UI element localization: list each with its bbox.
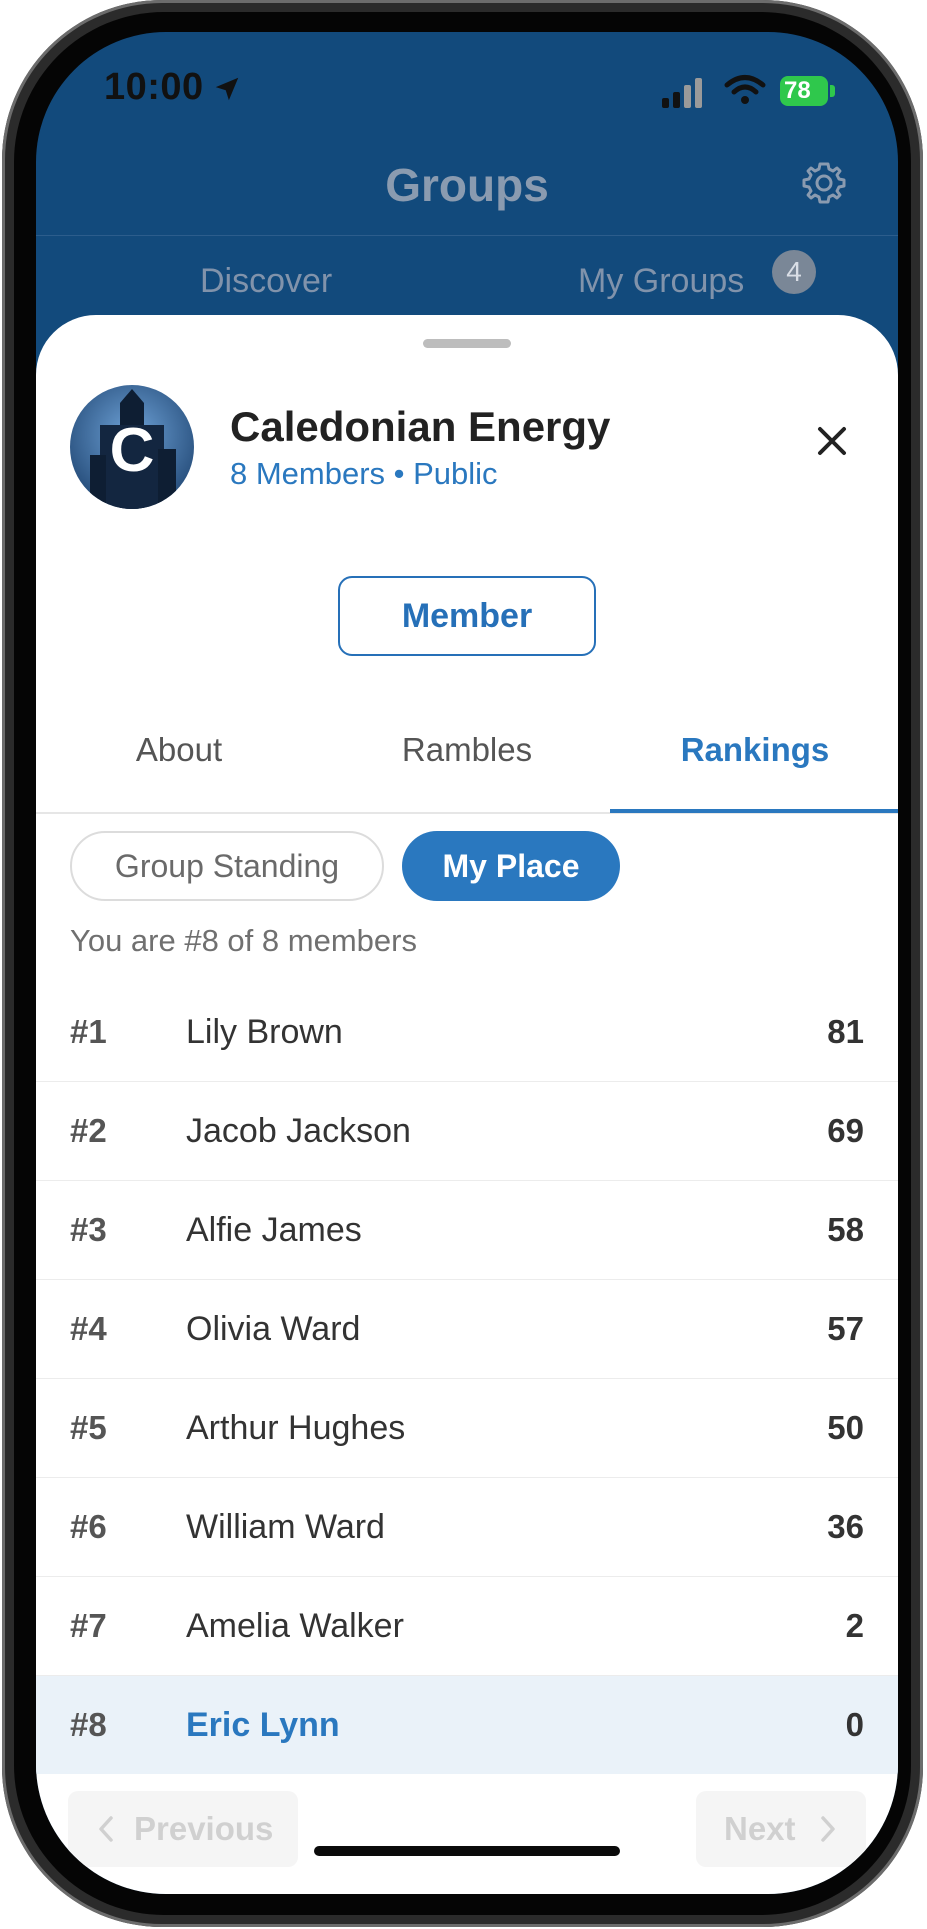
battery-level: 78	[784, 77, 811, 104]
tab-my-groups[interactable]: My Groups	[578, 262, 744, 301]
chevron-right-icon	[821, 1816, 835, 1842]
tab-rambles[interactable]: Rambles	[324, 731, 610, 769]
member-name: William Ward	[186, 1508, 385, 1546]
segment-my-place[interactable]: My Place	[402, 831, 620, 901]
member-name: Olivia Ward	[186, 1310, 361, 1348]
ranking-row[interactable]: #2 Jacob Jackson 69	[36, 1082, 898, 1181]
gear-icon[interactable]	[799, 158, 849, 208]
rankings-list: #1 Lily Brown 81 #2 Jacob Jackson 69 #3 …	[36, 983, 898, 1774]
status-bar: 10:00 78	[36, 32, 898, 152]
rank-position: #7	[70, 1607, 107, 1644]
ranking-row[interactable]: #5 Arthur Hughes 50	[36, 1379, 898, 1478]
previous-button[interactable]: Previous	[68, 1791, 298, 1867]
member-name: Alfie James	[186, 1211, 362, 1249]
header-divider	[36, 235, 898, 236]
group-meta[interactable]: 8 Members • Public	[230, 456, 498, 492]
next-label: Next	[724, 1810, 796, 1847]
place-summary: You are #8 of 8 members	[70, 923, 417, 958]
rank-position: #4	[70, 1310, 107, 1347]
ranking-row-current-user[interactable]: #8 Eric Lynn 0	[36, 1676, 898, 1774]
group-name: Caledonian Energy	[230, 403, 611, 450]
member-score: 50	[827, 1409, 864, 1446]
next-button[interactable]: Next	[696, 1791, 866, 1867]
phone-frame: 10:00 78 Groups Discover My Groups 4 C C…	[0, 0, 927, 1929]
tab-about[interactable]: About	[36, 731, 322, 769]
tab-rankings[interactable]: Rankings	[612, 731, 898, 769]
status-time: 10:00	[104, 66, 204, 108]
rank-position: #1	[70, 1013, 107, 1050]
ranking-row[interactable]: #3 Alfie James 58	[36, 1181, 898, 1280]
member-score: 58	[827, 1211, 864, 1248]
rank-position: #6	[70, 1508, 107, 1545]
member-score: 69	[827, 1112, 864, 1149]
member-name: Eric Lynn	[186, 1706, 340, 1744]
rank-position: #5	[70, 1409, 107, 1446]
member-button[interactable]: Member	[338, 576, 596, 656]
active-tab-indicator	[610, 809, 898, 813]
member-score: 57	[827, 1310, 864, 1347]
wifi-icon	[724, 75, 766, 104]
close-icon[interactable]	[812, 421, 852, 461]
group-avatar[interactable]: C	[70, 385, 194, 509]
member-score: 36	[827, 1508, 864, 1545]
chevron-left-icon	[99, 1816, 113, 1842]
location-arrow-icon	[215, 77, 239, 101]
member-score: 0	[845, 1706, 864, 1743]
ranking-row[interactable]: #1 Lily Brown 81	[36, 983, 898, 1082]
ranking-row[interactable]: #7 Amelia Walker 2	[36, 1577, 898, 1676]
tab-discover[interactable]: Discover	[200, 262, 332, 301]
rank-position: #8	[70, 1706, 107, 1743]
member-name: Jacob Jackson	[186, 1112, 411, 1150]
member-name: Lily Brown	[186, 1013, 343, 1051]
group-sheet: C Caledonian Energy 8 Members • Public M…	[36, 315, 898, 1894]
member-name: Amelia Walker	[186, 1607, 404, 1645]
segment-group-standing[interactable]: Group Standing	[70, 831, 384, 901]
battery-cap	[830, 85, 835, 97]
avatar-letter: C	[110, 416, 155, 485]
sheet-grabber[interactable]	[423, 339, 511, 348]
rank-position: #2	[70, 1112, 107, 1149]
screen: 10:00 78 Groups Discover My Groups 4 C C…	[36, 32, 898, 1894]
previous-label: Previous	[134, 1810, 274, 1847]
cellular-signal-icon	[662, 78, 702, 108]
page-title: Groups	[385, 159, 549, 211]
member-name: Arthur Hughes	[186, 1409, 406, 1447]
battery-charging-icon: 78	[780, 76, 836, 106]
ranking-row[interactable]: #4 Olivia Ward 57	[36, 1280, 898, 1379]
ranking-row[interactable]: #6 William Ward 36	[36, 1478, 898, 1577]
home-indicator[interactable]	[314, 1846, 620, 1856]
rank-position: #3	[70, 1211, 107, 1248]
member-score: 81	[827, 1013, 864, 1050]
member-score: 2	[845, 1607, 864, 1644]
my-groups-count-badge: 4	[772, 250, 816, 294]
